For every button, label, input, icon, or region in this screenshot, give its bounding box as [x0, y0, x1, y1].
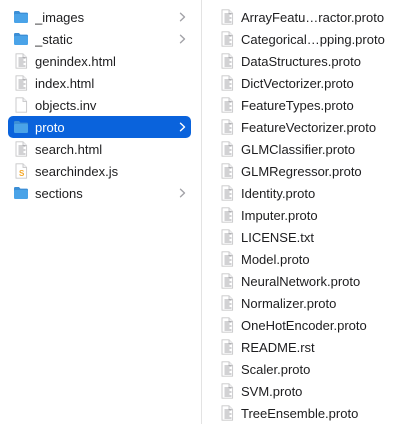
file-row[interactable]: ArrayFeatu…ractor.proto — [214, 6, 409, 28]
item-name: LICENSE.txt — [241, 229, 314, 245]
file-row[interactable]: DataStructures.proto — [214, 50, 409, 72]
html-file-icon — [13, 141, 29, 157]
folder-icon — [13, 185, 29, 201]
text-file-icon — [219, 119, 235, 135]
file-row[interactable]: FeatureVectorizer.proto — [214, 116, 409, 138]
file-row[interactable]: search.html — [8, 138, 191, 160]
item-name: NeuralNetwork.proto — [241, 273, 361, 289]
item-name: objects.inv — [35, 97, 97, 113]
folder-row[interactable]: sections — [8, 182, 191, 204]
file-row[interactable]: GLMRegressor.proto — [214, 160, 409, 182]
file-row[interactable]: genindex.html — [8, 50, 191, 72]
item-name: DataStructures.proto — [241, 53, 361, 69]
folder-icon — [13, 31, 29, 47]
file-row[interactable]: Identity.proto — [214, 182, 409, 204]
item-name: searchindex.js — [35, 163, 119, 179]
item-name: search.html — [35, 141, 103, 157]
file-row[interactable]: DictVectorizer.proto — [214, 72, 409, 94]
chevron-right-icon — [177, 34, 187, 44]
item-name: Imputer.proto — [241, 207, 318, 223]
folder-icon — [13, 119, 29, 135]
chevron-right-icon — [177, 122, 187, 132]
text-file-icon — [219, 251, 235, 267]
file-row[interactable]: FeatureTypes.proto — [214, 94, 409, 116]
parent-directory-column[interactable]: _images _static genindex.html index.html… — [0, 0, 201, 424]
text-file-icon — [219, 317, 235, 333]
file-row[interactable]: Scaler.proto — [214, 358, 409, 380]
item-name: Normalizer.proto — [241, 295, 337, 311]
text-file-icon — [219, 339, 235, 355]
text-file-icon — [219, 141, 235, 157]
item-name: README.rst — [241, 339, 315, 355]
finder-column-view: _images _static genindex.html index.html… — [0, 0, 415, 424]
item-name: OneHotEncoder.proto — [241, 317, 367, 333]
file-row[interactable]: index.html — [8, 72, 191, 94]
item-name: TreeEnsemble.proto — [241, 405, 359, 421]
html-file-icon — [13, 75, 29, 91]
file-row[interactable]: NeuralNetwork.proto — [214, 270, 409, 292]
folder-row[interactable]: _static — [8, 28, 191, 50]
file-row[interactable]: SVM.proto — [214, 380, 409, 402]
item-name: Model.proto — [241, 251, 310, 267]
item-name: Identity.proto — [241, 185, 316, 201]
folder-icon — [13, 9, 29, 25]
proto-directory-column[interactable]: ArrayFeatu…ractor.proto Categorical…ppin… — [202, 0, 415, 424]
text-file-icon — [219, 75, 235, 91]
file-row[interactable]: LICENSE.txt — [214, 226, 409, 248]
item-name: FeatureVectorizer.proto — [241, 119, 377, 135]
item-name: Scaler.proto — [241, 361, 311, 377]
item-name: proto — [35, 119, 65, 135]
file-row[interactable]: Normalizer.proto — [214, 292, 409, 314]
text-file-icon — [219, 383, 235, 399]
item-name: FeatureTypes.proto — [241, 97, 354, 113]
text-file-icon — [219, 361, 235, 377]
js-file-icon: S — [13, 163, 29, 179]
chevron-right-icon — [177, 12, 187, 22]
html-file-icon — [13, 53, 29, 69]
item-name: _images — [35, 9, 85, 25]
file-row[interactable]: Categorical…pping.proto — [214, 28, 409, 50]
folder-row[interactable]: proto — [8, 116, 191, 138]
chevron-right-icon — [177, 188, 187, 198]
svg-text:S: S — [19, 169, 25, 178]
item-name: DictVectorizer.proto — [241, 75, 354, 91]
text-file-icon — [219, 405, 235, 421]
item-name: Categorical…pping.proto — [241, 31, 385, 47]
item-name: genindex.html — [35, 53, 116, 69]
file-row[interactable]: GLMClassifier.proto — [214, 138, 409, 160]
text-file-icon — [219, 97, 235, 113]
folder-row[interactable]: _images — [8, 6, 191, 28]
file-row[interactable]: OneHotEncoder.proto — [214, 314, 409, 336]
item-name: GLMClassifier.proto — [241, 141, 356, 157]
file-row[interactable]: Model.proto — [214, 248, 409, 270]
text-file-icon — [219, 229, 235, 245]
file-row[interactable]: Imputer.proto — [214, 204, 409, 226]
text-file-icon — [219, 9, 235, 25]
item-name: SVM.proto — [241, 383, 303, 399]
text-file-icon — [219, 273, 235, 289]
text-file-icon — [219, 185, 235, 201]
file-row[interactable]: README.rst — [214, 336, 409, 358]
text-file-icon — [219, 163, 235, 179]
item-name: _static — [35, 31, 73, 47]
text-file-icon — [219, 295, 235, 311]
file-row[interactable]: TreeEnsemble.proto — [214, 402, 409, 424]
blank-file-icon — [13, 97, 29, 113]
file-row[interactable]: S searchindex.js — [8, 160, 191, 182]
item-name: ArrayFeatu…ractor.proto — [241, 9, 385, 25]
text-file-icon — [219, 207, 235, 223]
text-file-icon — [219, 31, 235, 47]
item-name: sections — [35, 185, 83, 201]
text-file-icon — [219, 53, 235, 69]
item-name: index.html — [35, 75, 95, 91]
file-row[interactable]: objects.inv — [8, 94, 191, 116]
item-name: GLMRegressor.proto — [241, 163, 362, 179]
